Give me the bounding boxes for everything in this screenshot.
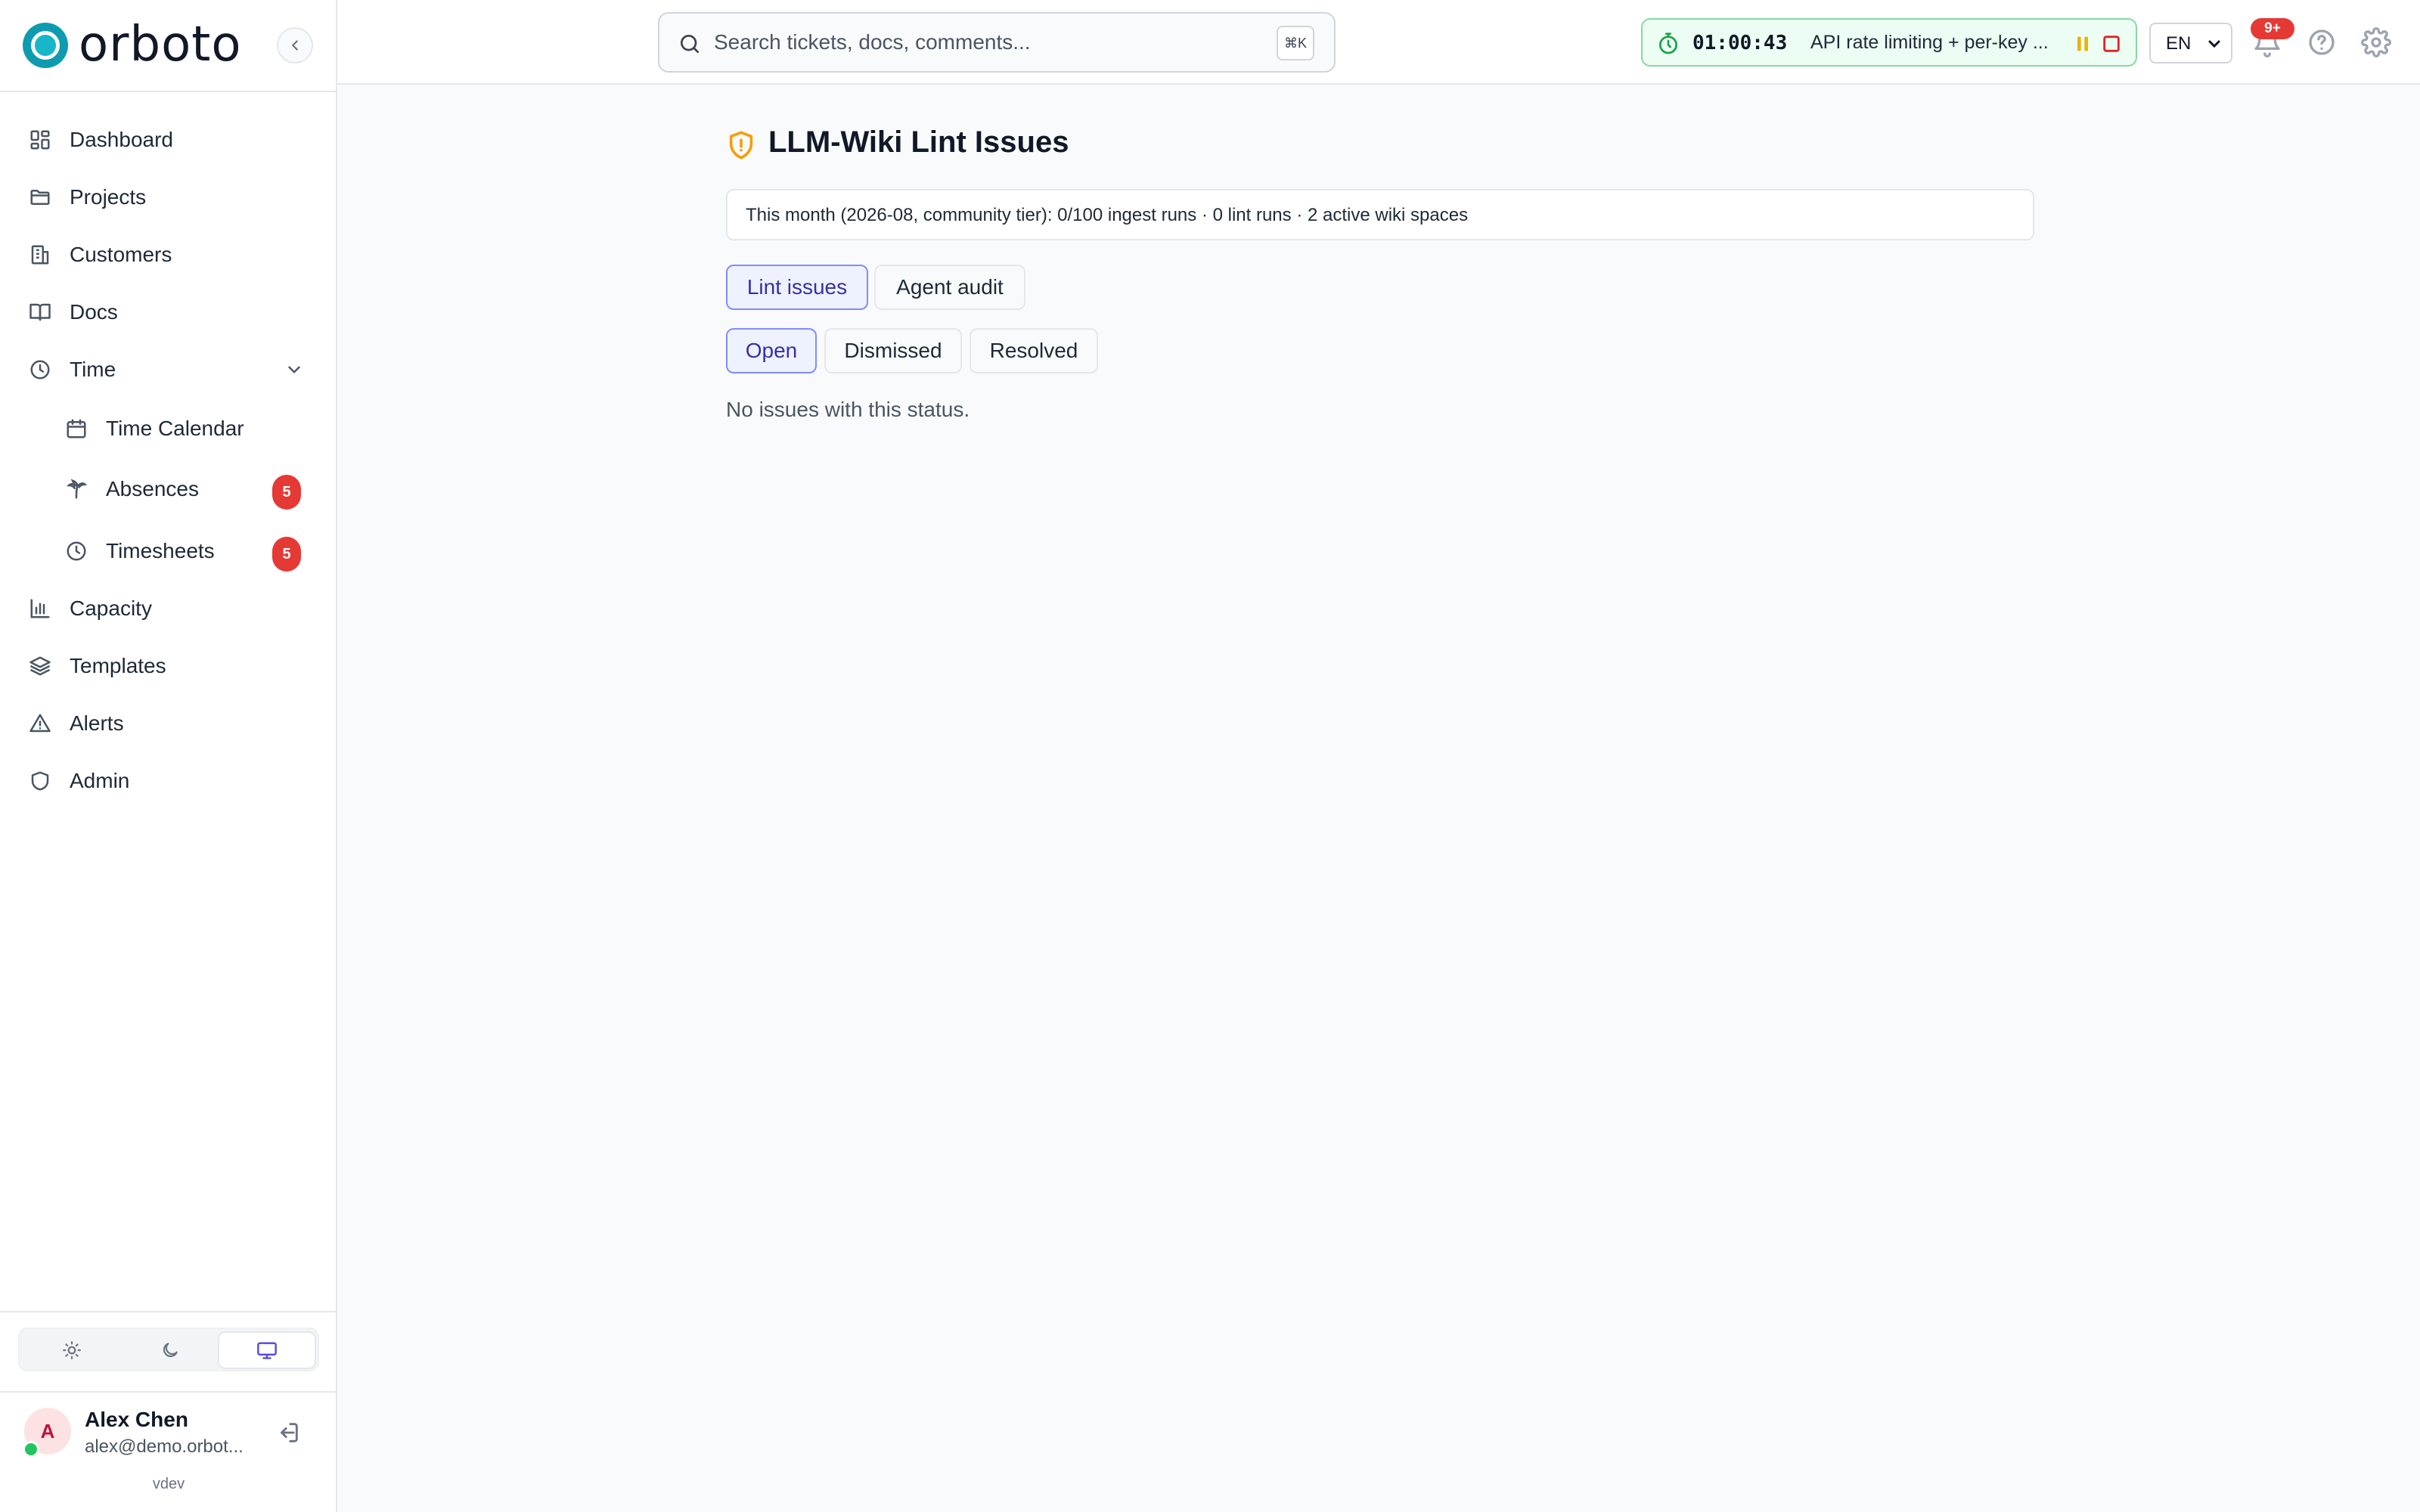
usage-summary-text: This month (2026-08, community tier): 0/… (746, 205, 1469, 225)
sidebar-item-label: Customers (70, 243, 172, 266)
sidebar-item-time[interactable]: Time (18, 345, 319, 395)
search-placeholder: Search tickets, docs, comments... (714, 30, 1031, 54)
sidebar-item-label: Dashboard (70, 128, 173, 151)
search-shortcut-hint: ⌘K (1277, 26, 1314, 60)
moon-icon (163, 1343, 178, 1358)
alert-triangle-icon (29, 714, 51, 733)
brand-name: orboto (79, 17, 242, 73)
chevron-down-icon (288, 366, 300, 373)
chevron-left-icon (292, 40, 298, 51)
sidebar: orboto Dashboard Projects Customers Docs… (0, 0, 337, 1512)
user-email: alex@demo.orbot... (85, 1436, 244, 1457)
filter-resolved[interactable]: Resolved (970, 328, 1098, 373)
folder-icon (30, 190, 50, 205)
shield-alert-icon (729, 131, 753, 160)
stopwatch-icon (1659, 33, 1677, 54)
orboto-logo-icon (23, 23, 68, 68)
empty-state-message: No issues with this status. (726, 398, 970, 421)
clock-icon (67, 541, 86, 561)
absences-count-badge: 5 (272, 475, 301, 510)
tab-lint-issues[interactable]: Lint issues (726, 265, 868, 310)
gear-icon[interactable] (2361, 27, 2391, 57)
filter-dismissed[interactable]: Dismissed (824, 328, 962, 373)
help-icon[interactable] (2307, 27, 2337, 57)
app-version: vdev (152, 1476, 185, 1492)
layers-icon (29, 656, 51, 676)
sidebar-item-dashboard[interactable]: Dashboard (18, 115, 319, 165)
sidebar-item-timesheets[interactable]: Timesheets 5 (18, 526, 319, 576)
filter-open[interactable]: Open (726, 328, 817, 373)
sidebar-item-label: Templates (70, 654, 166, 677)
sidebar-item-time-calendar[interactable]: Time Calendar (18, 404, 319, 454)
book-icon (29, 303, 51, 321)
sidebar-item-label: Absences (106, 477, 199, 500)
usage-summary: This month (2026-08, community tier): 0/… (726, 189, 2034, 240)
tab-agent-audit[interactable]: Agent audit (874, 265, 1025, 310)
logo-row: orboto (0, 0, 337, 92)
sidebar-item-label: Capacity (70, 596, 152, 620)
sidebar-item-label: Time (70, 358, 116, 381)
building-icon (31, 245, 49, 265)
language-select[interactable]: EN (2149, 23, 2232, 64)
dark-theme-button[interactable] (121, 1331, 219, 1369)
notification-count-badge: 9+ (2251, 18, 2294, 39)
sidebar-item-label: Projects (70, 185, 147, 209)
page-title: LLM-Wiki Lint Issues (768, 125, 1069, 159)
collapse-sidebar-button[interactable] (277, 27, 313, 64)
light-theme-button[interactable] (23, 1331, 121, 1369)
top-bar: Search tickets, docs, comments... ⌘K 01:… (337, 0, 2420, 85)
main-content: LLM-Wiki Lint Issues This month (2026-08… (337, 85, 2420, 1512)
sidebar-item-label: Time Calendar (106, 417, 244, 440)
sun-icon (63, 1341, 81, 1359)
search-icon (681, 35, 699, 53)
sidebar-item-docs[interactable]: Docs (18, 287, 319, 337)
timer-elapsed: 01:00:43 (1692, 32, 1788, 54)
dashboard-icon (30, 130, 50, 150)
sidebar-item-customers[interactable]: Customers (18, 230, 319, 280)
logout-icon[interactable] (275, 1420, 301, 1445)
sidebar-item-templates[interactable]: Templates (18, 641, 319, 691)
bar-chart-icon (30, 599, 50, 618)
stop-icon[interactable] (2101, 33, 2122, 54)
system-theme-button[interactable] (218, 1331, 316, 1369)
pause-icon[interactable] (2072, 33, 2093, 54)
sidebar-item-admin[interactable]: Admin (18, 756, 319, 806)
sidebar-item-absences[interactable]: Absences 5 (18, 464, 319, 514)
sidebar-item-label: Docs (70, 300, 118, 324)
clock-icon (30, 360, 50, 380)
search-input[interactable]: Search tickets, docs, comments... ⌘K (658, 12, 1336, 73)
user-name: Alex Chen (85, 1408, 188, 1431)
shield-icon (31, 771, 49, 791)
language-value: EN (2166, 33, 2192, 54)
chevron-down-icon (2208, 40, 2220, 48)
sidebar-item-label: Timesheets (106, 539, 215, 562)
user-profile: A Alex Chen alex@demo.orbot... vdev (0, 1391, 337, 1512)
palm-tree-icon (66, 479, 88, 499)
sidebar-item-alerts[interactable]: Alerts (18, 699, 319, 748)
timer-task: API rate limiting + per-key ... (1810, 32, 2049, 53)
monitor-icon (257, 1342, 277, 1359)
sidebar-item-capacity[interactable]: Capacity (18, 584, 319, 634)
calendar-icon (67, 419, 86, 438)
theme-toggle (18, 1328, 319, 1371)
sidebar-divider (0, 1311, 337, 1312)
online-status-indicator (23, 1441, 39, 1458)
sidebar-item-projects[interactable]: Projects (18, 172, 319, 222)
running-timer[interactable]: 01:00:43 API rate limiting + per-key ... (1641, 18, 2137, 67)
sidebar-item-label: Alerts (70, 711, 124, 735)
timesheets-count-badge: 5 (272, 537, 301, 572)
sidebar-item-label: Admin (70, 769, 130, 792)
